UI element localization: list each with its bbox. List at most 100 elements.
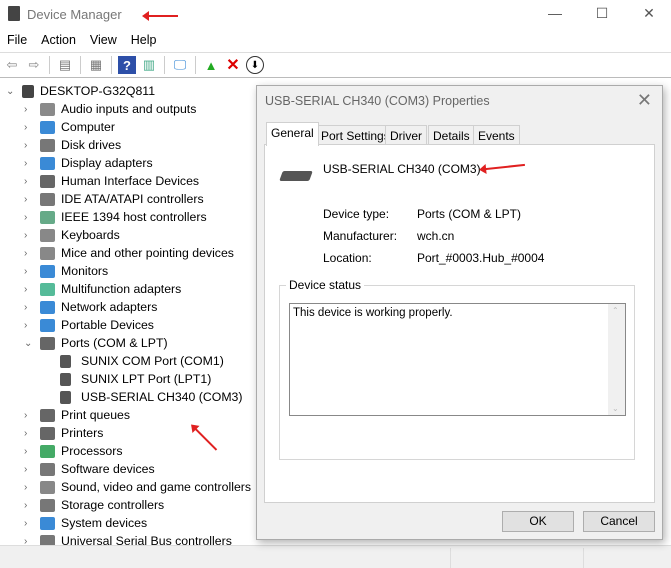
dialog-title: USB-SERIAL CH340 (COM3) Properties <box>265 94 490 108</box>
tree-item[interactable]: › IDE ATA/ATAPI controllers <box>24 190 204 208</box>
chevron-right-icon[interactable]: › <box>24 446 34 457</box>
tree-item-label: Sound, video and game controllers <box>61 480 252 494</box>
location-value: Port_#0003.Hub_#0004 <box>417 251 545 265</box>
tab-port-settings[interactable]: Port Settings <box>316 125 395 145</box>
action-pane-icon[interactable]: ▥ <box>140 56 158 74</box>
cancel-button[interactable]: Cancel <box>583 511 655 532</box>
chevron-right-icon[interactable]: › <box>24 176 34 187</box>
chevron-right-icon[interactable]: › <box>24 320 34 331</box>
tree-item[interactable]: › Monitors <box>24 262 108 280</box>
tree-item[interactable]: › Multifunction adapters <box>24 280 181 298</box>
show-hide-console-tree-icon[interactable]: ▤ <box>56 56 74 74</box>
tree-item-label: Display adapters <box>61 156 153 170</box>
chevron-right-icon[interactable]: › <box>24 140 34 151</box>
tree-item[interactable]: ⌄ Ports (COM & LPT) <box>24 334 168 352</box>
menu-view[interactable]: View <box>83 30 124 50</box>
properties-icon[interactable]: ▦ <box>87 56 105 74</box>
tab-driver[interactable]: Driver <box>385 125 427 145</box>
tree-item-label: Software devices <box>61 462 155 476</box>
tab-details[interactable]: Details <box>428 125 475 145</box>
tab-events[interactable]: Events <box>473 125 520 145</box>
disable-device-icon[interactable]: ⬇ <box>246 56 264 74</box>
chevron-right-icon[interactable]: › <box>24 410 34 421</box>
tree-item[interactable]: › System devices <box>24 514 147 532</box>
device-category-icon <box>40 246 55 260</box>
status-scrollbar[interactable]: ⌃ ⌄ <box>608 304 625 415</box>
chevron-right-icon[interactable]: › <box>24 482 34 493</box>
status-bar <box>0 545 671 568</box>
tab-general[interactable]: General <box>266 122 319 146</box>
minimize-button[interactable]: — <box>540 5 570 21</box>
chevron-right-icon[interactable]: › <box>24 104 34 115</box>
ok-button[interactable]: OK <box>502 511 574 532</box>
tree-item[interactable]: › Processors <box>24 442 123 460</box>
tree-item[interactable]: › Display adapters <box>24 154 153 172</box>
tree-root[interactable]: ⌄ DESKTOP-G32Q811 <box>6 82 155 100</box>
chevron-right-icon[interactable]: › <box>24 230 34 241</box>
tree-item[interactable]: › Disk drives <box>24 136 121 154</box>
back-icon[interactable]: ⇦ <box>3 56 21 74</box>
scan-hardware-icon[interactable]: 🖵 <box>171 56 189 74</box>
chevron-right-icon[interactable]: › <box>24 212 34 223</box>
tree-child-item[interactable]: SUNIX LPT Port (LPT1) <box>60 370 211 388</box>
device-category-icon <box>40 102 55 116</box>
tree-item[interactable]: › Computer <box>24 118 115 136</box>
chevron-down-icon[interactable]: ⌄ <box>6 86 16 97</box>
tree-item[interactable]: › Mice and other pointing devices <box>24 244 234 262</box>
device-category-icon <box>40 300 55 314</box>
chevron-right-icon[interactable]: › <box>24 518 34 529</box>
chevron-down-icon[interactable]: ⌄ <box>24 338 34 349</box>
device-category-icon <box>40 336 55 350</box>
device-type-label: Device type: <box>323 207 390 221</box>
forward-icon[interactable]: ⇨ <box>25 56 43 74</box>
tree-item-label: Audio inputs and outputs <box>61 102 197 116</box>
tree-item[interactable]: › Print queues <box>24 406 130 424</box>
chevron-right-icon[interactable]: › <box>24 194 34 205</box>
tree-item[interactable]: › Printers <box>24 424 103 442</box>
tree-item[interactable]: › Software devices <box>24 460 155 478</box>
chevron-right-icon[interactable]: › <box>24 158 34 169</box>
tree-item-label: Mice and other pointing devices <box>61 246 234 260</box>
chevron-right-icon[interactable]: › <box>24 464 34 475</box>
tree-item[interactable]: › Storage controllers <box>24 496 164 514</box>
dialog-close-button[interactable]: ✕ <box>637 90 652 111</box>
chevron-right-icon[interactable]: › <box>24 284 34 295</box>
tree-item[interactable]: › IEEE 1394 host controllers <box>24 208 207 226</box>
device-status-textbox[interactable]: This device is working properly. ⌃ ⌄ <box>289 303 626 416</box>
chevron-right-icon[interactable]: › <box>24 428 34 439</box>
device-category-icon <box>40 120 55 134</box>
maximize-button[interactable]: ☐ <box>587 5 617 22</box>
device-category-icon <box>40 318 55 332</box>
device-status-group: Device status This device is working pro… <box>279 278 635 460</box>
toolbar: ⇦ ⇨ ▤ ▦ ? ▥ 🖵 ▲ ✕ ⬇ <box>0 52 671 78</box>
tree-item-label: System devices <box>61 516 148 530</box>
tree-item[interactable]: › Human Interface Devices <box>24 172 199 190</box>
chevron-right-icon[interactable]: › <box>24 500 34 511</box>
tree-child-item[interactable]: USB-SERIAL CH340 (COM3) <box>60 388 243 406</box>
chevron-right-icon[interactable]: › <box>24 248 34 259</box>
device-category-icon <box>40 516 55 530</box>
menu-help[interactable]: Help <box>124 30 164 50</box>
device-category-icon <box>40 480 55 494</box>
tree-item[interactable]: › Keyboards <box>24 226 120 244</box>
tree-item[interactable]: › Portable Devices <box>24 316 154 334</box>
device-category-icon <box>40 282 55 296</box>
location-label: Location: <box>323 251 372 265</box>
help-icon[interactable]: ? <box>118 56 136 74</box>
tree-item[interactable]: › Audio inputs and outputs <box>24 100 196 118</box>
tree-item[interactable]: › Network adapters <box>24 298 157 316</box>
menu-action[interactable]: Action <box>34 30 83 50</box>
tree-item[interactable]: › Sound, video and game controllers <box>24 478 251 496</box>
uninstall-icon[interactable]: ✕ <box>224 56 242 74</box>
menu-file[interactable]: File <box>0 30 34 50</box>
chevron-right-icon[interactable]: › <box>24 122 34 133</box>
chevron-right-icon[interactable]: › <box>24 302 34 313</box>
tree-child-item[interactable]: SUNIX COM Port (COM1) <box>60 352 224 370</box>
device-status-text: This device is working properly. <box>293 307 453 319</box>
update-driver-icon[interactable]: ▲ <box>202 56 220 74</box>
chevron-right-icon[interactable]: › <box>24 266 34 277</box>
title-bar: Device Manager — ☐ ✕ <box>0 0 671 30</box>
close-button[interactable]: ✕ <box>634 5 664 22</box>
tree-root-label: DESKTOP-G32Q811 <box>40 84 156 98</box>
tree-item-label: Portable Devices <box>61 318 154 332</box>
